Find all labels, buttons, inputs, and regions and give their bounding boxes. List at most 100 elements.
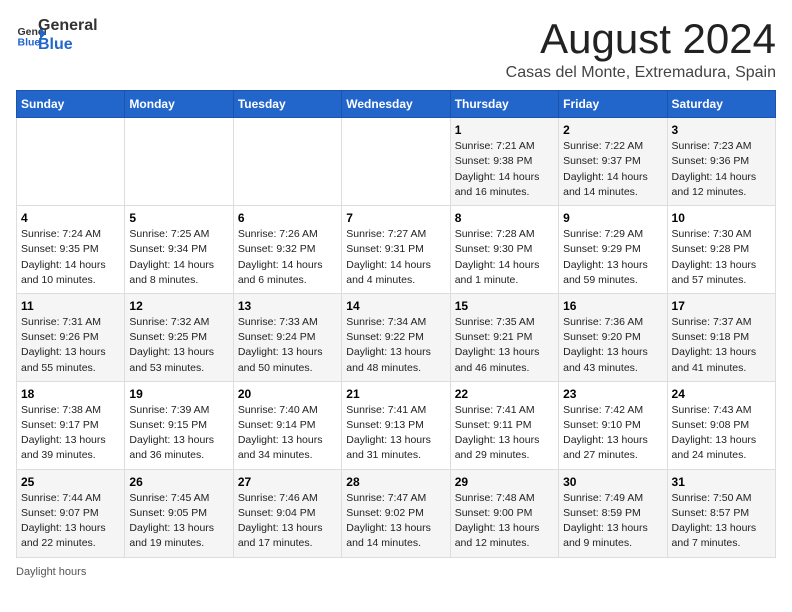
calendar-cell: 26Sunrise: 7:45 AMSunset: 9:05 PMDayligh… [125,469,233,557]
calendar-cell: 27 Sunrise: 7:46 AMSunset: 9:04 PMDayligh… [233,469,341,557]
day-info: Sunrise: 7:36 AMSunset: 9:20 PMDaylight:… [563,315,662,376]
calendar-cell: 9 Sunrise: 7:29 AMSunset: 9:29 PMDaylight… [559,206,667,294]
calendar-cell: 8Sunrise: 7:28 AMSunset: 9:30 PMDaylight… [450,206,558,294]
calendar-cell: 22 Sunrise: 7:41 AMSunset: 9:11 PMDayligh… [450,381,558,469]
calendar-cell: 23 Sunrise: 7:42 AMSunset: 9:10 PMDayligh… [559,381,667,469]
weekday-header-wednesday: Wednesday [342,91,450,118]
calendar-cell: 12 Sunrise: 7:32 AMSunset: 9:25 PMDayligh… [125,293,233,381]
calendar-table: SundayMondayTuesdayWednesdayThursdayFrid… [16,90,776,557]
day-info: Sunrise: 7:35 AMSunset: 9:21 PMDaylight:… [455,315,554,376]
day-number: 11 [21,299,120,313]
day-number: 19 [129,387,228,401]
calendar-cell: 11 Sunrise: 7:31 AMSunset: 9:26 PMDayligh… [17,293,125,381]
weekday-header-thursday: Thursday [450,91,558,118]
day-number: 13 [238,299,337,313]
day-info: Sunrise: 7:44 AMSunset: 9:07 PMDaylight:… [21,491,120,552]
day-number: 16 [563,299,662,313]
calendar-cell [233,118,341,206]
day-number: 1 [455,123,554,137]
title-block: August 2024 Casas del Monte, Extremadura… [506,16,776,82]
calendar-cell: 4 Sunrise: 7:24 AMSunset: 9:35 PMDaylight… [17,206,125,294]
day-number: 24 [672,387,771,401]
day-info: Sunrise: 7:33 AMSunset: 9:24 PMDaylight:… [238,315,337,376]
day-number: 4 [21,211,120,225]
day-info: Sunrise: 7:29 AMSunset: 9:29 PMDaylight:… [563,227,662,288]
day-info: Sunrise: 7:46 AMSunset: 9:04 PMDaylight:… [238,491,337,552]
day-info: Sunrise: 7:49 AMSunset: 8:59 PMDaylight:… [563,491,662,552]
day-info: Sunrise: 7:47 AMSunset: 9:02 PMDaylight:… [346,491,445,552]
calendar-cell: 30 Sunrise: 7:49 AMSunset: 8:59 PMDayligh… [559,469,667,557]
calendar-cell: 5Sunrise: 7:25 AMSunset: 9:34 PMDaylight… [125,206,233,294]
day-info: Sunrise: 7:22 AMSunset: 9:37 PMDaylight:… [563,139,662,200]
logo-blue: Blue [38,35,98,54]
calendar-cell: 19Sunrise: 7:39 AMSunset: 9:15 PMDayligh… [125,381,233,469]
calendar-cell: 18 Sunrise: 7:38 AMSunset: 9:17 PMDayligh… [17,381,125,469]
calendar-cell: 6 Sunrise: 7:26 AMSunset: 9:32 PMDaylight… [233,206,341,294]
footer: Daylight hours [16,566,776,578]
calendar-cell: 7Sunrise: 7:27 AMSunset: 9:31 PMDaylight… [342,206,450,294]
day-number: 6 [238,211,337,225]
day-info: Sunrise: 7:27 AMSunset: 9:31 PMDaylight:… [346,227,445,288]
day-number: 5 [129,211,228,225]
day-info: Sunrise: 7:28 AMSunset: 9:30 PMDaylight:… [455,227,554,288]
day-info: Sunrise: 7:41 AMSunset: 9:13 PMDaylight:… [346,403,445,464]
day-number: 12 [129,299,228,313]
day-info: Sunrise: 7:45 AMSunset: 9:05 PMDaylight:… [129,491,228,552]
day-number: 31 [672,475,771,489]
calendar-cell: 24 Sunrise: 7:43 AMSunset: 9:08 PMDayligh… [667,381,775,469]
day-number: 15 [455,299,554,313]
day-info: Sunrise: 7:41 AMSunset: 9:11 PMDaylight:… [455,403,554,464]
calendar-title: August 2024 [506,16,776,62]
day-info: Sunrise: 7:37 AMSunset: 9:18 PMDaylight:… [672,315,771,376]
weekday-header-row: SundayMondayTuesdayWednesdayThursdayFrid… [17,91,776,118]
day-number: 10 [672,211,771,225]
svg-text:Blue: Blue [18,37,41,49]
calendar-cell [17,118,125,206]
weekday-header-saturday: Saturday [667,91,775,118]
calendar-cell: 1 Sunrise: 7:21 AMSunset: 9:38 PMDaylight… [450,118,558,206]
calendar-cell [342,118,450,206]
week-row-2: 4 Sunrise: 7:24 AMSunset: 9:35 PMDaylight… [17,206,776,294]
calendar-cell: 16 Sunrise: 7:36 AMSunset: 9:20 PMDayligh… [559,293,667,381]
day-info: Sunrise: 7:30 AMSunset: 9:28 PMDaylight:… [672,227,771,288]
day-number: 29 [455,475,554,489]
calendar-cell: 21Sunrise: 7:41 AMSunset: 9:13 PMDayligh… [342,381,450,469]
weekday-header-tuesday: Tuesday [233,91,341,118]
day-info: Sunrise: 7:48 AMSunset: 9:00 PMDaylight:… [455,491,554,552]
day-number: 20 [238,387,337,401]
day-number: 27 [238,475,337,489]
day-info: Sunrise: 7:24 AMSunset: 9:35 PMDaylight:… [21,227,120,288]
day-number: 28 [346,475,445,489]
day-info: Sunrise: 7:21 AMSunset: 9:38 PMDaylight:… [455,139,554,200]
day-info: Sunrise: 7:43 AMSunset: 9:08 PMDaylight:… [672,403,771,464]
calendar-cell: 17Sunrise: 7:37 AMSunset: 9:18 PMDayligh… [667,293,775,381]
day-number: 23 [563,387,662,401]
day-info: Sunrise: 7:32 AMSunset: 9:25 PMDaylight:… [129,315,228,376]
logo-general: General [38,16,98,35]
logo: General Blue General Blue [16,16,98,54]
day-info: Sunrise: 7:26 AMSunset: 9:32 PMDaylight:… [238,227,337,288]
calendar-cell: 28 Sunrise: 7:47 AMSunset: 9:02 PMDayligh… [342,469,450,557]
day-number: 9 [563,211,662,225]
day-info: Sunrise: 7:23 AMSunset: 9:36 PMDaylight:… [672,139,771,200]
day-number: 22 [455,387,554,401]
day-info: Sunrise: 7:31 AMSunset: 9:26 PMDaylight:… [21,315,120,376]
calendar-cell: 15 Sunrise: 7:35 AMSunset: 9:21 PMDayligh… [450,293,558,381]
calendar-cell: 3Sunrise: 7:23 AMSunset: 9:36 PMDaylight… [667,118,775,206]
week-row-1: 1 Sunrise: 7:21 AMSunset: 9:38 PMDaylight… [17,118,776,206]
calendar-subtitle: Casas del Monte, Extremadura, Spain [506,64,776,82]
week-row-5: 25Sunrise: 7:44 AMSunset: 9:07 PMDayligh… [17,469,776,557]
calendar-cell: 10 Sunrise: 7:30 AMSunset: 9:28 PMDayligh… [667,206,775,294]
day-info: Sunrise: 7:40 AMSunset: 9:14 PMDaylight:… [238,403,337,464]
calendar-cell: 31Sunrise: 7:50 AMSunset: 8:57 PMDayligh… [667,469,775,557]
calendar-cell: 2Sunrise: 7:22 AMSunset: 9:37 PMDaylight… [559,118,667,206]
weekday-header-friday: Friday [559,91,667,118]
weekday-header-sunday: Sunday [17,91,125,118]
day-number: 18 [21,387,120,401]
header: General Blue General Blue August 2024 Ca… [16,16,776,82]
day-info: Sunrise: 7:42 AMSunset: 9:10 PMDaylight:… [563,403,662,464]
day-info: Sunrise: 7:38 AMSunset: 9:17 PMDaylight:… [21,403,120,464]
day-number: 30 [563,475,662,489]
daylight-hours-label: Daylight hours [16,566,86,578]
calendar-cell: 13 Sunrise: 7:33 AMSunset: 9:24 PMDayligh… [233,293,341,381]
